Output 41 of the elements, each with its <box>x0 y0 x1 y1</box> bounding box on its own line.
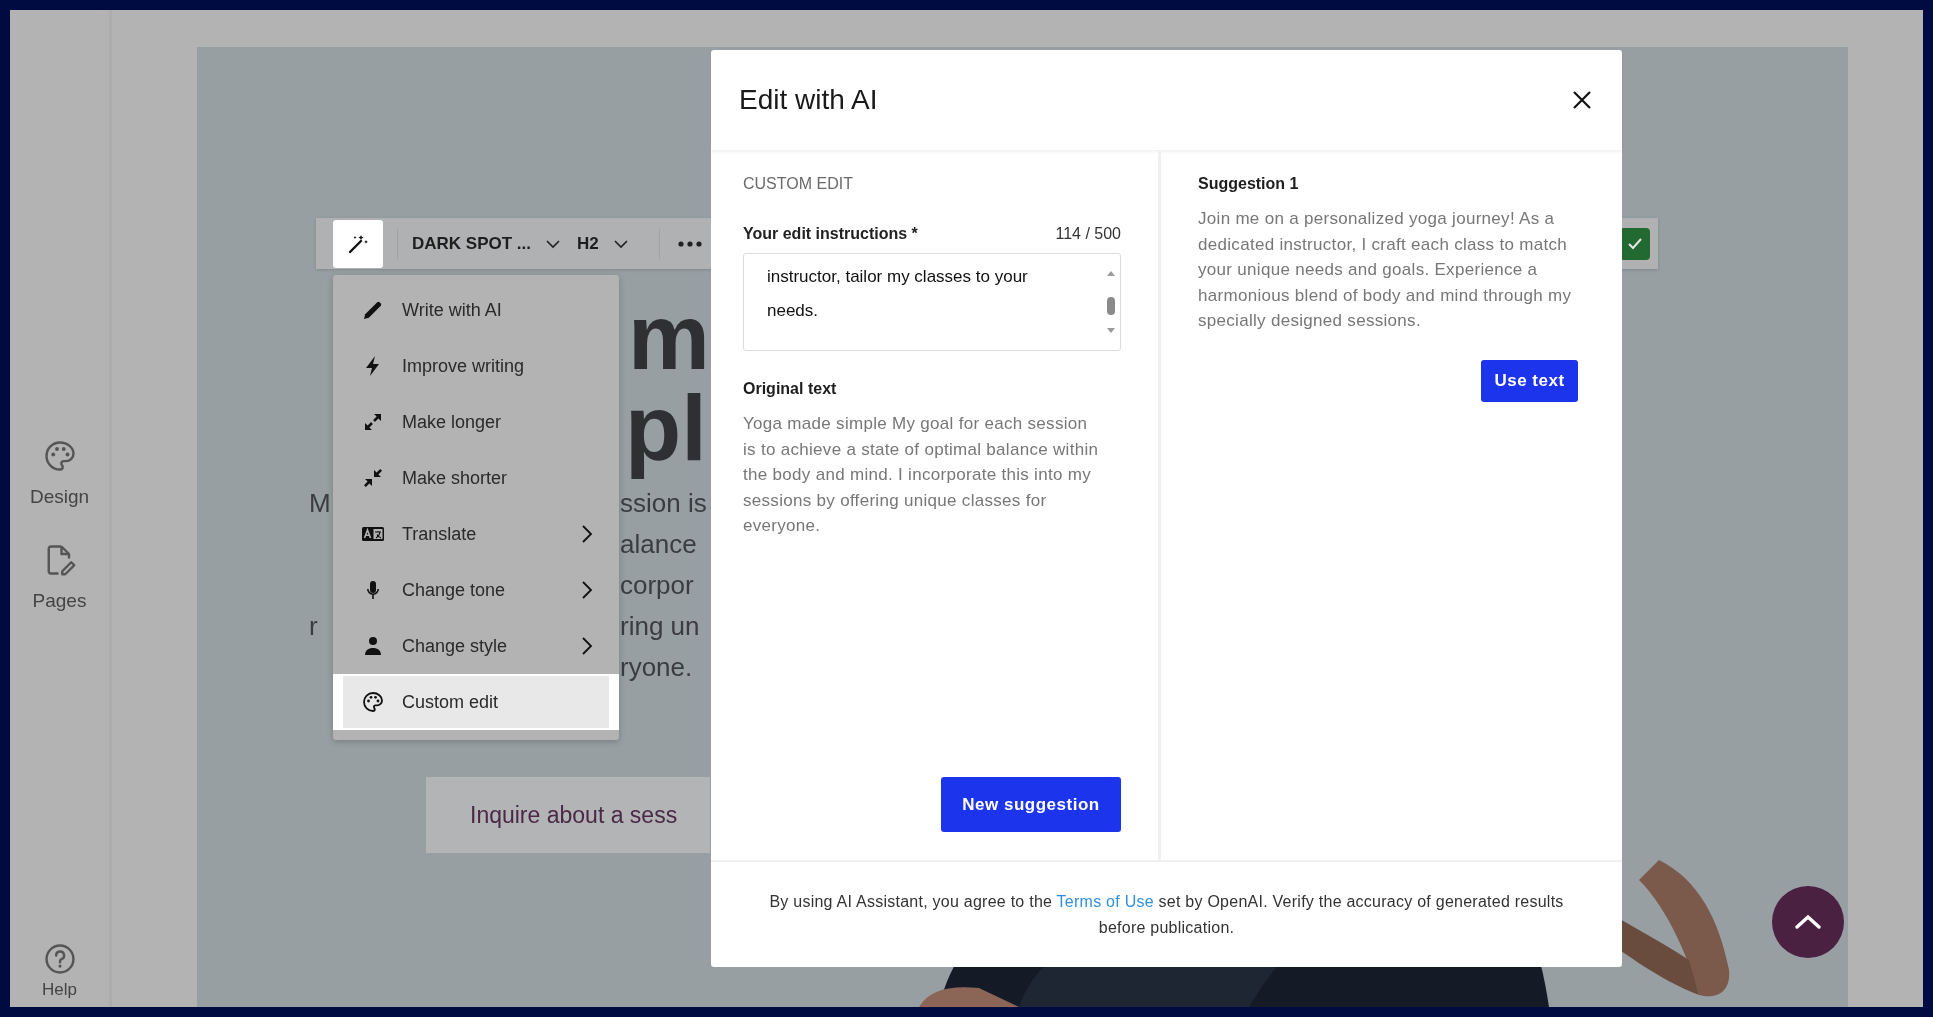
original-text-heading: Original text <box>743 380 838 398</box>
paragraph-text: ssion is <box>620 487 707 520</box>
confirm-button[interactable] <box>1620 227 1650 260</box>
menu-item[interactable]: Change style <box>333 618 619 674</box>
instructions-field[interactable]: instructor, tailor my classes to your needs. <box>743 253 1121 351</box>
new-suggestion-button[interactable]: New suggestion <box>941 777 1121 832</box>
menu-item[interactable]: Change tone <box>333 562 619 618</box>
sidebar-item[interactable]: Pages <box>32 542 87 612</box>
palette-icon <box>361 690 385 714</box>
paragraph-text: corpor <box>620 569 694 602</box>
paragraph-text: r <box>309 610 318 643</box>
paragraph-text: M <box>309 487 331 520</box>
section-title: CUSTOM EDIT <box>743 175 854 193</box>
collapse-arrows-icon <box>361 466 385 490</box>
original-text: Yoga made simple My goal for each session is to achieve a state of optimal balance within the body and mind. I incorporate this into my sessions by offering unique classes for everyone. <box>743 413 1100 537</box>
close-icon[interactable] <box>1572 90 1592 110</box>
menu-item[interactable]: Improve writing <box>333 338 619 394</box>
help-icon <box>42 942 77 976</box>
dialog-title: Edit with AI <box>739 84 878 116</box>
menu-item[interactable]: Translate <box>333 506 619 562</box>
more-icon[interactable] <box>677 240 702 247</box>
suggestion-text: Join me on a personalized yoga journey! As a dedicated instructor, I craft each class to match your unique needs and goals. Experience a harmonious blend of body and mind through my specially designed sessions. <box>1198 208 1573 332</box>
suggestion-heading: Suggestion 1 <box>1198 175 1300 193</box>
paragraph-text: ring un <box>620 610 700 643</box>
paragraph-text: alance <box>620 528 697 561</box>
paragraph-text: ryone. <box>620 651 693 684</box>
menu-item[interactable]: Make shorter <box>333 450 619 506</box>
inquire-button[interactable]: Inquire about a sess <box>426 777 710 853</box>
menu-item[interactable]: Custom edit <box>333 674 619 730</box>
use-text-button[interactable]: Use text <box>1481 359 1578 402</box>
field-label: Your edit instructions * <box>743 225 918 243</box>
character-counter: 114 / 500 <box>1055 225 1121 243</box>
sidebar-item[interactable]: Design <box>29 438 90 508</box>
chevron-up-icon <box>1794 914 1822 930</box>
disclaimer-text: By using AI Assistant, you agree to the Terms of Use set by OpenAI. Verify the accuracy of generated results before publication. <box>768 891 1565 938</box>
ai-button[interactable] <box>333 219 383 268</box>
heading-level-dropdown[interactable]: H2 <box>577 233 629 254</box>
menu-item[interactable]: Make longer <box>333 394 619 450</box>
help-button[interactable]: Help <box>10 942 109 1000</box>
menu-item[interactable]: Write with AI <box>333 282 619 338</box>
font-style-dropdown[interactable]: DARK SPOT ... <box>412 233 561 254</box>
